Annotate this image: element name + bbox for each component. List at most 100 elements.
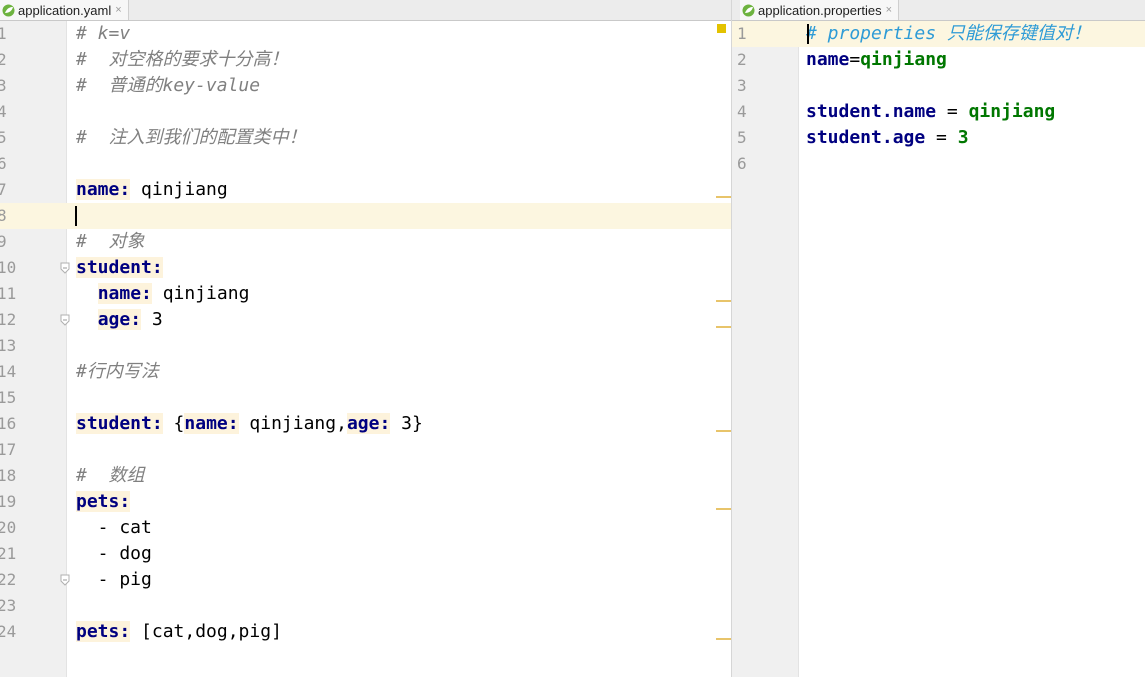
code-text[interactable]: name: qinjiang [76, 281, 249, 307]
code-line[interactable]: 2 name=qinjiang [732, 47, 1145, 73]
change-marker[interactable] [716, 508, 731, 510]
code-text[interactable]: # 对空格的要求十分高！ [76, 47, 289, 73]
code-line[interactable]: 4 [0, 99, 731, 125]
code-line[interactable]: 1 # properties 只能保存键值对！ [732, 21, 1145, 47]
code-text[interactable]: - cat [76, 515, 152, 541]
tab-application-yaml[interactable]: application.yaml × [0, 0, 129, 20]
line-number: 3 [737, 76, 747, 95]
code-text[interactable]: #行内写法 [76, 359, 159, 385]
code-comment: # 对象 [76, 231, 145, 252]
change-marker[interactable] [716, 300, 731, 302]
line-number: 24 [0, 622, 17, 641]
fold-marker-icon[interactable] [60, 314, 70, 326]
code-token: qinjiang [151, 283, 250, 304]
code-line[interactable]: 20 - cat [0, 515, 731, 541]
code-text[interactable]: pets: [76, 489, 131, 515]
line-number: 11 [0, 284, 17, 303]
close-icon[interactable]: × [115, 4, 121, 16]
code-line[interactable]: 6 [0, 151, 731, 177]
code-text[interactable]: student: {name: qinjiang,age: 3} [76, 411, 423, 437]
fold-marker-icon[interactable] [60, 574, 70, 586]
code-key: student.name [806, 101, 937, 122]
code-line[interactable]: 7 name: qinjiang [0, 177, 731, 203]
code-value: qinjiang [968, 101, 1056, 122]
line-number: 6 [0, 151, 37, 177]
code-token: 3} [390, 413, 423, 434]
code-line[interactable]: 23 [0, 593, 731, 619]
code-value: qinjiang [860, 49, 947, 70]
text-caret [807, 24, 809, 44]
line-number: 8 [0, 203, 37, 229]
code-comment: # properties 只能保存键值对！ [806, 23, 1091, 44]
line-number: 23 [0, 596, 17, 615]
code-comment: # 数组 [76, 465, 145, 486]
code-line[interactable]: 17 [0, 437, 731, 463]
code-line[interactable]: 21 - dog [0, 541, 731, 567]
code-line[interactable]: 10 student: [0, 255, 731, 281]
code-line[interactable]: 24 pets: [cat,dog,pig] [0, 619, 731, 645]
code-line[interactable]: 3 # 普通的key-value [0, 73, 731, 99]
code-text[interactable]: # 注入到我们的配置类中！ [76, 125, 307, 151]
properties-tab-bar: application.properties × [732, 0, 1145, 21]
code-line[interactable]: 14 #行内写法 [0, 359, 731, 385]
line-number: 4 [737, 102, 747, 121]
line-number: 13 [0, 336, 17, 355]
code-line[interactable]: 22 - pig [0, 567, 731, 593]
code-text[interactable]: - dog [76, 541, 152, 567]
code-line[interactable]: 5 student.age = 3 [732, 125, 1145, 151]
code-token: = [925, 127, 958, 148]
change-marker[interactable] [716, 326, 731, 328]
code-text[interactable]: student.name = qinjiang [806, 99, 1055, 125]
code-line[interactable]: 6 [732, 151, 1145, 177]
code-text[interactable]: # 数组 [76, 463, 145, 489]
code-line[interactable]: 9 # 对象 [0, 229, 731, 255]
line-number: 3 [0, 73, 37, 99]
code-token: = [936, 101, 969, 122]
code-line[interactable]: 4 student.name = qinjiang [732, 99, 1145, 125]
code-text[interactable]: # properties 只能保存键值对！ [806, 21, 1091, 47]
code-token: { [162, 413, 185, 434]
close-icon[interactable]: × [886, 4, 892, 16]
code-line[interactable]: 1 # k=v [0, 21, 731, 47]
code-line[interactable]: 13 [0, 333, 731, 359]
code-line[interactable]: 18 # 数组 [0, 463, 731, 489]
code-line[interactable]: 5 # 注入到我们的配置类中！ [0, 125, 731, 151]
code-line[interactable]: 12 age: 3 [0, 307, 731, 333]
tab-application-properties[interactable]: application.properties × [740, 0, 900, 20]
code-token: qinjiang [130, 179, 228, 200]
code-text[interactable]: student.age = 3 [806, 125, 969, 151]
code-text[interactable]: - pig [76, 567, 152, 593]
code-line[interactable]: 19 pets: [0, 489, 731, 515]
code-comment: # k=v [76, 23, 131, 44]
line-number: 20 [0, 518, 17, 537]
change-marker[interactable] [716, 430, 731, 432]
code-line[interactable]: 8 [0, 203, 731, 229]
yaml-editor-pane[interactable]: application.yaml × 1 # k=v 2 # 对空格的要求十分高！ 3 #… [0, 0, 732, 677]
line-number: 1 [737, 24, 747, 43]
fold-marker-icon[interactable] [60, 262, 70, 274]
code-line[interactable]: 15 [0, 385, 731, 411]
text-caret [75, 206, 77, 226]
code-comment: # 对空格的要求十分高！ [76, 49, 289, 70]
code-text[interactable]: name=qinjiang [806, 47, 947, 73]
line-number: 7 [0, 177, 37, 203]
code-text[interactable]: # 对象 [76, 229, 145, 255]
code-text[interactable]: # 普通的key-value [76, 73, 260, 99]
code-line[interactable]: 11 name: qinjiang [0, 281, 731, 307]
code-key: age: [346, 413, 391, 434]
code-key: age: [97, 309, 142, 330]
change-marker[interactable] [716, 638, 731, 640]
code-text[interactable]: student: [76, 255, 163, 281]
line-number: 18 [0, 466, 17, 485]
code-text[interactable]: pets: [cat,dog,pig] [76, 619, 282, 645]
code-text[interactable]: age: 3 [76, 307, 163, 333]
properties-editor-pane[interactable]: application.properties × 1 # properties 只… [732, 0, 1145, 677]
change-marker[interactable] [716, 196, 731, 198]
code-line[interactable]: 3 [732, 73, 1145, 99]
code-line[interactable]: 2 # 对空格的要求十分高！ [0, 47, 731, 73]
line-number: 1 [0, 21, 37, 47]
code-text[interactable]: # k=v [76, 21, 130, 47]
line-number: 15 [0, 388, 17, 407]
code-line[interactable]: 16 student: {name: qinjiang,age: 3} [0, 411, 731, 437]
code-text[interactable]: name: qinjiang [76, 177, 228, 203]
